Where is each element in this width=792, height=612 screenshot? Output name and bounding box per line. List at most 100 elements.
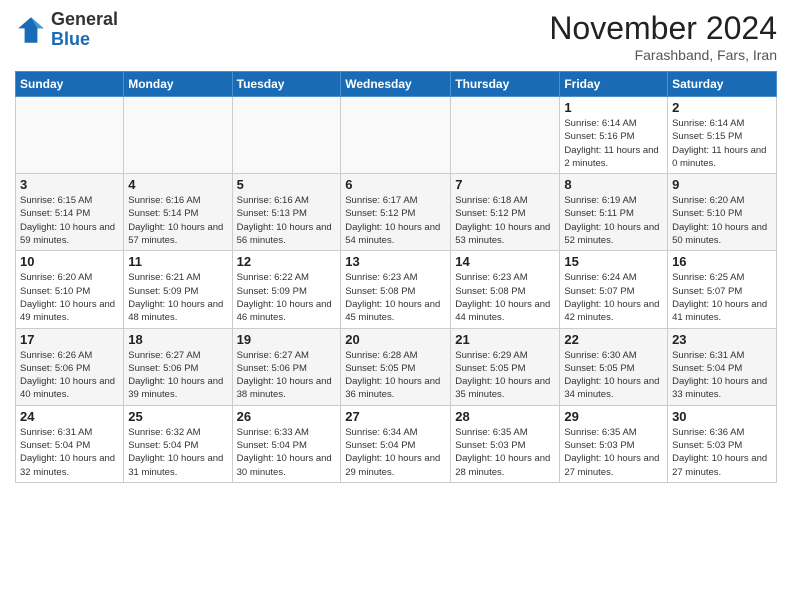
day-number: 14 — [455, 254, 555, 269]
logo-general: General — [51, 10, 118, 30]
weekday-header: Tuesday — [232, 72, 341, 97]
day-number: 1 — [564, 100, 663, 115]
title-block: November 2024 Farashband, Fars, Iran — [549, 10, 777, 63]
calendar-cell: 13 Sunrise: 6:23 AM Sunset: 5:08 PM Dayli… — [341, 251, 451, 328]
day-number: 16 — [672, 254, 772, 269]
day-number: 8 — [564, 177, 663, 192]
logo: General Blue — [15, 10, 118, 50]
calendar-week-row: 10Sunrise: 6:20 AM Sunset: 5:10 PM Dayli… — [16, 251, 777, 328]
day-number: 6 — [345, 177, 446, 192]
day-number: 17 — [20, 332, 119, 347]
month-title: November 2024 — [549, 10, 777, 47]
calendar-cell: 10Sunrise: 6:20 AM Sunset: 5:10 PM Dayli… — [16, 251, 124, 328]
weekday-header: Thursday — [451, 72, 560, 97]
day-number: 4 — [128, 177, 227, 192]
calendar-cell: 12 Sunrise: 6:22 AM Sunset: 5:09 PM Dayli… — [232, 251, 341, 328]
day-info: Sunrise: 6:15 AM Sunset: 5:14 PM Dayligh… — [20, 194, 119, 247]
day-number: 22 — [564, 332, 663, 347]
day-number: 20 — [345, 332, 446, 347]
calendar-table: SundayMondayTuesdayWednesdayThursdayFrid… — [15, 71, 777, 483]
day-number: 15 — [564, 254, 663, 269]
calendar-cell — [341, 97, 451, 174]
day-number: 23 — [672, 332, 772, 347]
day-number: 5 — [237, 177, 337, 192]
day-number: 26 — [237, 409, 337, 424]
day-number: 30 — [672, 409, 772, 424]
calendar-cell: 3 Sunrise: 6:15 AM Sunset: 5:14 PM Daylig… — [16, 174, 124, 251]
day-info: Sunrise: 6:35 AM Sunset: 5:03 PM Dayligh… — [564, 426, 663, 479]
day-number: 21 — [455, 332, 555, 347]
day-info: Sunrise: 6:14 AM Sunset: 5:16 PM Dayligh… — [564, 117, 663, 170]
day-number: 24 — [20, 409, 119, 424]
day-info: Sunrise: 6:18 AM Sunset: 5:12 PM Dayligh… — [455, 194, 555, 247]
day-info: Sunrise: 6:17 AM Sunset: 5:12 PM Dayligh… — [345, 194, 446, 247]
day-info: Sunrise: 6:23 AM Sunset: 5:08 PM Dayligh… — [345, 271, 446, 324]
weekday-header: Friday — [560, 72, 668, 97]
calendar-cell: 7 Sunrise: 6:18 AM Sunset: 5:12 PM Daylig… — [451, 174, 560, 251]
day-info: Sunrise: 6:36 AM Sunset: 5:03 PM Dayligh… — [672, 426, 772, 479]
calendar-cell: 19Sunrise: 6:27 AM Sunset: 5:06 PM Dayli… — [232, 328, 341, 405]
calendar-cell: 28 Sunrise: 6:35 AM Sunset: 5:03 PM Dayli… — [451, 405, 560, 482]
day-number: 13 — [345, 254, 446, 269]
calendar-cell: 21Sunrise: 6:29 AM Sunset: 5:05 PM Dayli… — [451, 328, 560, 405]
calendar-cell: 15 Sunrise: 6:24 AM Sunset: 5:07 PM Dayli… — [560, 251, 668, 328]
calendar-week-row: 17 Sunrise: 6:26 AM Sunset: 5:06 PM Dayli… — [16, 328, 777, 405]
day-info: Sunrise: 6:35 AM Sunset: 5:03 PM Dayligh… — [455, 426, 555, 479]
calendar-cell: 2 Sunrise: 6:14 AM Sunset: 5:15 PM Daylig… — [668, 97, 777, 174]
calendar-cell: 8 Sunrise: 6:19 AM Sunset: 5:11 PM Daylig… — [560, 174, 668, 251]
day-number: 7 — [455, 177, 555, 192]
weekday-header: Monday — [124, 72, 232, 97]
logo-text: General Blue — [51, 10, 118, 50]
day-info: Sunrise: 6:31 AM Sunset: 5:04 PM Dayligh… — [20, 426, 119, 479]
calendar-cell: 16Sunrise: 6:25 AM Sunset: 5:07 PM Dayli… — [668, 251, 777, 328]
calendar-cell: 27 Sunrise: 6:34 AM Sunset: 5:04 PM Dayli… — [341, 405, 451, 482]
day-info: Sunrise: 6:30 AM Sunset: 5:05 PM Dayligh… — [564, 349, 663, 402]
day-info: Sunrise: 6:31 AM Sunset: 5:04 PM Dayligh… — [672, 349, 772, 402]
calendar-cell: 9 Sunrise: 6:20 AM Sunset: 5:10 PM Daylig… — [668, 174, 777, 251]
calendar-cell: 29 Sunrise: 6:35 AM Sunset: 5:03 PM Dayli… — [560, 405, 668, 482]
day-info: Sunrise: 6:19 AM Sunset: 5:11 PM Dayligh… — [564, 194, 663, 247]
day-number: 28 — [455, 409, 555, 424]
day-number: 9 — [672, 177, 772, 192]
calendar-cell: 23 Sunrise: 6:31 AM Sunset: 5:04 PM Dayli… — [668, 328, 777, 405]
calendar-cell — [124, 97, 232, 174]
calendar-cell: 11Sunrise: 6:21 AM Sunset: 5:09 PM Dayli… — [124, 251, 232, 328]
calendar-cell: 17 Sunrise: 6:26 AM Sunset: 5:06 PM Dayli… — [16, 328, 124, 405]
day-info: Sunrise: 6:32 AM Sunset: 5:04 PM Dayligh… — [128, 426, 227, 479]
day-info: Sunrise: 6:24 AM Sunset: 5:07 PM Dayligh… — [564, 271, 663, 324]
day-info: Sunrise: 6:16 AM Sunset: 5:13 PM Dayligh… — [237, 194, 337, 247]
calendar-cell: 24 Sunrise: 6:31 AM Sunset: 5:04 PM Dayli… — [16, 405, 124, 482]
calendar-cell — [232, 97, 341, 174]
day-info: Sunrise: 6:16 AM Sunset: 5:14 PM Dayligh… — [128, 194, 227, 247]
day-info: Sunrise: 6:27 AM Sunset: 5:06 PM Dayligh… — [237, 349, 337, 402]
day-number: 11 — [128, 254, 227, 269]
calendar-cell: 4 Sunrise: 6:16 AM Sunset: 5:14 PM Daylig… — [124, 174, 232, 251]
weekday-header: Saturday — [668, 72, 777, 97]
calendar-cell: 20 Sunrise: 6:28 AM Sunset: 5:05 PM Dayli… — [341, 328, 451, 405]
page-header: General Blue November 2024 Farashband, F… — [15, 10, 777, 63]
calendar-cell: 30 Sunrise: 6:36 AM Sunset: 5:03 PM Dayli… — [668, 405, 777, 482]
day-info: Sunrise: 6:34 AM Sunset: 5:04 PM Dayligh… — [345, 426, 446, 479]
day-info: Sunrise: 6:20 AM Sunset: 5:10 PM Dayligh… — [20, 271, 119, 324]
day-info: Sunrise: 6:22 AM Sunset: 5:09 PM Dayligh… — [237, 271, 337, 324]
weekday-header: Wednesday — [341, 72, 451, 97]
day-info: Sunrise: 6:20 AM Sunset: 5:10 PM Dayligh… — [672, 194, 772, 247]
day-info: Sunrise: 6:26 AM Sunset: 5:06 PM Dayligh… — [20, 349, 119, 402]
logo-icon — [15, 14, 47, 46]
day-info: Sunrise: 6:28 AM Sunset: 5:05 PM Dayligh… — [345, 349, 446, 402]
logo-blue: Blue — [51, 30, 118, 50]
calendar-cell: 6 Sunrise: 6:17 AM Sunset: 5:12 PM Daylig… — [341, 174, 451, 251]
calendar-cell: 5 Sunrise: 6:16 AM Sunset: 5:13 PM Daylig… — [232, 174, 341, 251]
day-number: 3 — [20, 177, 119, 192]
day-info: Sunrise: 6:14 AM Sunset: 5:15 PM Dayligh… — [672, 117, 772, 170]
day-info: Sunrise: 6:33 AM Sunset: 5:04 PM Dayligh… — [237, 426, 337, 479]
calendar-cell — [16, 97, 124, 174]
day-number: 27 — [345, 409, 446, 424]
day-number: 12 — [237, 254, 337, 269]
day-number: 29 — [564, 409, 663, 424]
location-subtitle: Farashband, Fars, Iran — [549, 47, 777, 63]
calendar-cell: 14Sunrise: 6:23 AM Sunset: 5:08 PM Dayli… — [451, 251, 560, 328]
calendar-cell: 25Sunrise: 6:32 AM Sunset: 5:04 PM Dayli… — [124, 405, 232, 482]
day-number: 2 — [672, 100, 772, 115]
calendar-week-row: 1 Sunrise: 6:14 AM Sunset: 5:16 PM Daylig… — [16, 97, 777, 174]
